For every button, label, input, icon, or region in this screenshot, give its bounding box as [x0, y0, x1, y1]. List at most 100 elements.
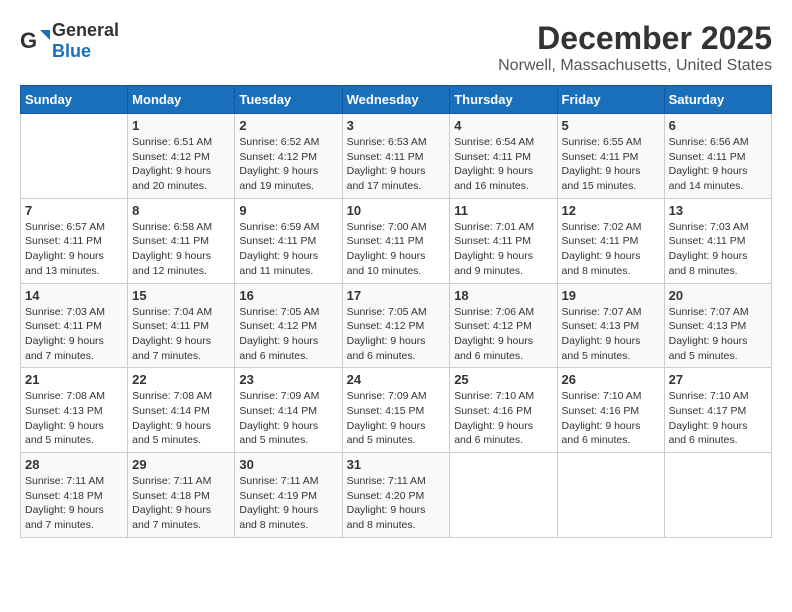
calendar-cell: 26Sunrise: 7:10 AM Sunset: 4:16 PM Dayli… — [557, 368, 664, 453]
day-number: 28 — [25, 457, 123, 472]
day-info: Sunrise: 7:03 AM Sunset: 4:11 PM Dayligh… — [25, 305, 123, 364]
day-info: Sunrise: 7:11 AM Sunset: 4:18 PM Dayligh… — [25, 474, 123, 533]
calendar-cell: 29 Sunrise: 7:11 AM Sunset: 4:18 PM Dayli… — [128, 453, 235, 538]
calendar-cell: 25 Sunrise: 7:10 AM Sunset: 4:16 PM Dayli… — [450, 368, 557, 453]
calendar-cell: 20 Sunrise: 7:07 AM Sunset: 4:13 PM Dayli… — [664, 283, 771, 368]
day-number: 24 — [347, 372, 446, 387]
day-info: Sunrise: 7:10 AM Sunset: 4:16 PM Dayligh… — [454, 389, 552, 448]
calendar-cell: 6Sunrise: 6:56 AM Sunset: 4:11 PM Daylig… — [664, 114, 771, 199]
day-info: Sunrise: 7:05 AM Sunset: 4:12 PM Dayligh… — [239, 305, 337, 364]
day-info: Sunrise: 6:58 AM Sunset: 4:11 PM Dayligh… — [132, 220, 230, 279]
day-number: 27 — [669, 372, 767, 387]
logo-icon: G — [20, 26, 50, 56]
month-title: December 2025 — [498, 20, 772, 57]
day-info: Sunrise: 7:07 AM Sunset: 4:13 PM Dayligh… — [562, 305, 660, 364]
day-info: Sunrise: 7:02 AM Sunset: 4:11 PM Dayligh… — [562, 220, 660, 279]
day-number: 3 — [347, 118, 446, 133]
day-info: Sunrise: 7:09 AM Sunset: 4:15 PM Dayligh… — [347, 389, 446, 448]
calendar-cell: 1 Sunrise: 6:51 AM Sunset: 4:12 PM Daylig… — [128, 114, 235, 199]
calendar-week-4: 28 Sunrise: 7:11 AM Sunset: 4:18 PM Dayli… — [21, 453, 772, 538]
day-info: Sunrise: 7:07 AM Sunset: 4:13 PM Dayligh… — [669, 305, 767, 364]
day-number: 29 — [132, 457, 230, 472]
day-number: 20 — [669, 288, 767, 303]
day-info: Sunrise: 7:11 AM Sunset: 4:19 PM Dayligh… — [239, 474, 337, 533]
day-number: 15 — [132, 288, 230, 303]
header-tuesday: Tuesday — [235, 86, 342, 114]
day-info: Sunrise: 7:03 AM Sunset: 4:11 PM Dayligh… — [669, 220, 767, 279]
calendar-cell: 31 Sunrise: 7:11 AM Sunset: 4:20 PM Dayli… — [342, 453, 450, 538]
day-number: 7 — [25, 203, 123, 218]
calendar-cell: 7Sunrise: 6:57 AM Sunset: 4:11 PM Daylig… — [21, 198, 128, 283]
day-number: 1 — [132, 118, 230, 133]
calendar-cell: 15 Sunrise: 7:04 AM Sunset: 4:11 PM Dayli… — [128, 283, 235, 368]
day-number: 2 — [239, 118, 337, 133]
day-number: 12 — [562, 203, 660, 218]
calendar-cell: 24 Sunrise: 7:09 AM Sunset: 4:15 PM Dayli… — [342, 368, 450, 453]
day-info: Sunrise: 7:08 AM Sunset: 4:13 PM Dayligh… — [25, 389, 123, 448]
day-number: 6 — [669, 118, 767, 133]
calendar-cell: 28 Sunrise: 7:11 AM Sunset: 4:18 PM Dayli… — [21, 453, 128, 538]
day-number: 8 — [132, 203, 230, 218]
day-number: 18 — [454, 288, 552, 303]
calendar-cell: 11Sunrise: 7:01 AM Sunset: 4:11 PM Dayli… — [450, 198, 557, 283]
calendar-header-row: SundayMondayTuesdayWednesdayThursdayFrid… — [21, 86, 772, 114]
calendar-cell: 17 Sunrise: 7:05 AM Sunset: 4:12 PM Dayli… — [342, 283, 450, 368]
day-info: Sunrise: 7:11 AM Sunset: 4:18 PM Dayligh… — [132, 474, 230, 533]
page-header: G General Blue December 2025 Norwell, Ma… — [20, 20, 772, 75]
day-info: Sunrise: 7:08 AM Sunset: 4:14 PM Dayligh… — [132, 389, 230, 448]
day-info: Sunrise: 7:04 AM Sunset: 4:11 PM Dayligh… — [132, 305, 230, 364]
day-info: Sunrise: 6:55 AM Sunset: 4:11 PM Dayligh… — [562, 135, 660, 194]
logo-general: General — [52, 20, 119, 40]
day-number: 10 — [347, 203, 446, 218]
calendar-cell: 18 Sunrise: 7:06 AM Sunset: 4:12 PM Dayli… — [450, 283, 557, 368]
day-info: Sunrise: 6:54 AM Sunset: 4:11 PM Dayligh… — [454, 135, 552, 194]
day-info: Sunrise: 7:01 AM Sunset: 4:11 PM Dayligh… — [454, 220, 552, 279]
day-number: 17 — [347, 288, 446, 303]
calendar-cell: 4Sunrise: 6:54 AM Sunset: 4:11 PM Daylig… — [450, 114, 557, 199]
day-number: 25 — [454, 372, 552, 387]
header-sunday: Sunday — [21, 86, 128, 114]
header-monday: Monday — [128, 86, 235, 114]
calendar-cell: 19Sunrise: 7:07 AM Sunset: 4:13 PM Dayli… — [557, 283, 664, 368]
header-saturday: Saturday — [664, 86, 771, 114]
day-number: 14 — [25, 288, 123, 303]
day-info: Sunrise: 7:11 AM Sunset: 4:20 PM Dayligh… — [347, 474, 446, 533]
calendar-week-1: 7Sunrise: 6:57 AM Sunset: 4:11 PM Daylig… — [21, 198, 772, 283]
day-info: Sunrise: 7:09 AM Sunset: 4:14 PM Dayligh… — [239, 389, 337, 448]
day-number: 5 — [562, 118, 660, 133]
header-friday: Friday — [557, 86, 664, 114]
calendar-cell: 2Sunrise: 6:52 AM Sunset: 4:12 PM Daylig… — [235, 114, 342, 199]
day-number: 26 — [562, 372, 660, 387]
calendar-table: SundayMondayTuesdayWednesdayThursdayFrid… — [20, 85, 772, 538]
calendar-cell: 21 Sunrise: 7:08 AM Sunset: 4:13 PM Dayli… — [21, 368, 128, 453]
calendar-cell: 5 Sunrise: 6:55 AM Sunset: 4:11 PM Daylig… — [557, 114, 664, 199]
day-number: 30 — [239, 457, 337, 472]
day-number: 21 — [25, 372, 123, 387]
day-number: 13 — [669, 203, 767, 218]
calendar-cell — [557, 453, 664, 538]
calendar-cell: 27 Sunrise: 7:10 AM Sunset: 4:17 PM Dayli… — [664, 368, 771, 453]
day-number: 23 — [239, 372, 337, 387]
calendar-week-3: 21 Sunrise: 7:08 AM Sunset: 4:13 PM Dayli… — [21, 368, 772, 453]
calendar-cell — [450, 453, 557, 538]
calendar-week-0: 1 Sunrise: 6:51 AM Sunset: 4:12 PM Daylig… — [21, 114, 772, 199]
calendar-week-2: 14 Sunrise: 7:03 AM Sunset: 4:11 PM Dayli… — [21, 283, 772, 368]
svg-text:G: G — [20, 28, 37, 53]
day-info: Sunrise: 7:06 AM Sunset: 4:12 PM Dayligh… — [454, 305, 552, 364]
day-info: Sunrise: 7:05 AM Sunset: 4:12 PM Dayligh… — [347, 305, 446, 364]
day-number: 9 — [239, 203, 337, 218]
logo: G General Blue — [20, 20, 119, 62]
calendar-cell: 9Sunrise: 6:59 AM Sunset: 4:11 PM Daylig… — [235, 198, 342, 283]
logo-blue: Blue — [52, 41, 91, 61]
title-block: December 2025 Norwell, Massachusetts, Un… — [498, 20, 772, 75]
day-info: Sunrise: 6:51 AM Sunset: 4:12 PM Dayligh… — [132, 135, 230, 194]
calendar-cell: 16Sunrise: 7:05 AM Sunset: 4:12 PM Dayli… — [235, 283, 342, 368]
day-info: Sunrise: 7:10 AM Sunset: 4:17 PM Dayligh… — [669, 389, 767, 448]
calendar-cell — [21, 114, 128, 199]
day-number: 22 — [132, 372, 230, 387]
calendar-cell: 23 Sunrise: 7:09 AM Sunset: 4:14 PM Dayli… — [235, 368, 342, 453]
calendar-cell: 14 Sunrise: 7:03 AM Sunset: 4:11 PM Dayli… — [21, 283, 128, 368]
calendar-cell: 22 Sunrise: 7:08 AM Sunset: 4:14 PM Dayli… — [128, 368, 235, 453]
calendar-cell: 12 Sunrise: 7:02 AM Sunset: 4:11 PM Dayli… — [557, 198, 664, 283]
day-number: 31 — [347, 457, 446, 472]
